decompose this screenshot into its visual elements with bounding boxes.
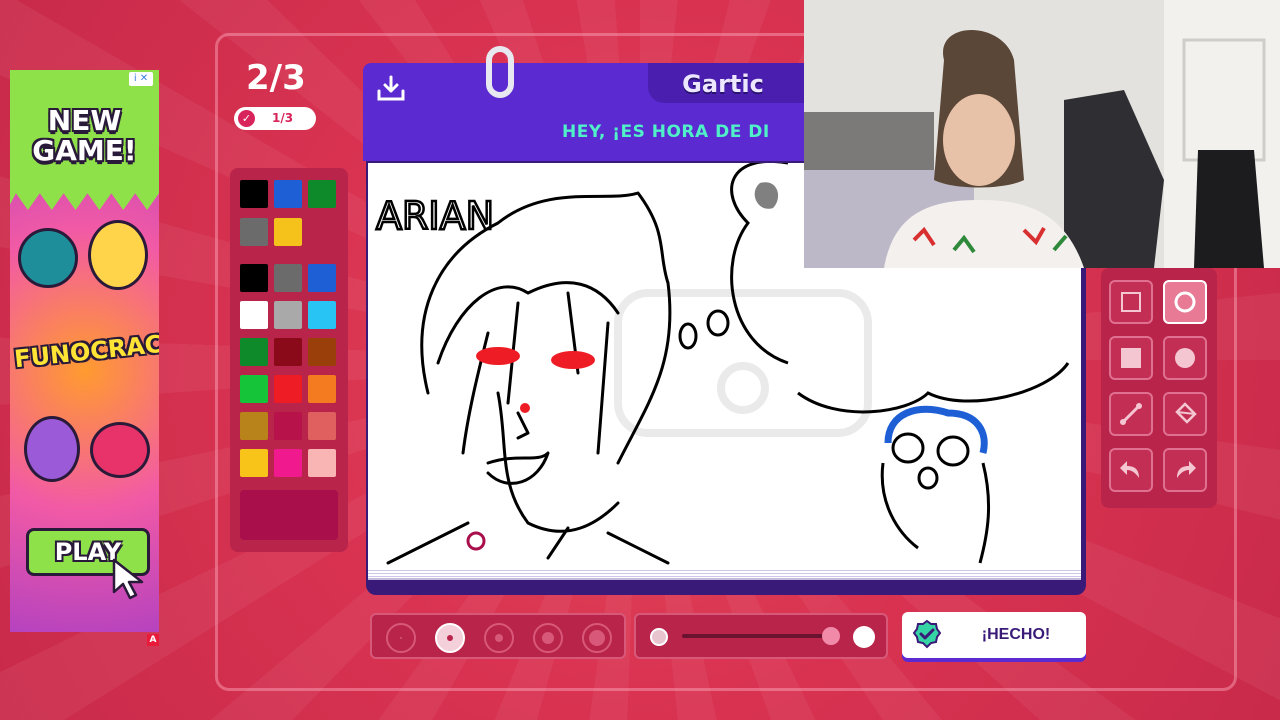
color-swatch[interactable] [240,264,268,292]
undo-tool[interactable] [1109,448,1153,492]
check-icon: ✓ [238,110,255,127]
rectangle-outline-icon [1121,292,1141,312]
ad-title: NEW GAME! [32,104,137,167]
check-badge-icon [912,619,942,649]
color-swatch[interactable] [308,264,336,292]
grey-blob [754,182,779,209]
cursor-arrow-icon [112,558,144,600]
circle-outline-icon [1174,291,1196,313]
color-swatch[interactable] [274,375,302,403]
color-swatch[interactable] [240,180,268,208]
color-swatch[interactable] [274,301,302,329]
color-palette [230,168,348,552]
color-swatch[interactable] [308,449,336,477]
angry-emoji-icon [90,422,150,478]
face-sketch [386,191,672,565]
right-red-eye [551,351,595,369]
paint-bucket-icon [1175,402,1197,424]
opacity-max-icon [853,626,875,648]
color-swatch[interactable] [274,449,302,477]
color-swatch[interactable] [240,375,268,403]
slider-handle[interactable] [822,627,840,645]
brush-size-4[interactable] [533,623,563,653]
gartic-logo: Gartic [682,70,764,98]
brush-size-3[interactable] [484,623,514,653]
brush-cursor [466,531,486,551]
ad-info-icon[interactable]: i ✕ [129,72,153,86]
binder-ring [486,46,514,98]
color-swatch[interactable] [240,301,268,329]
color-swatch[interactable] [274,338,302,366]
current-color-preview [240,490,338,540]
color-swatch[interactable] [308,180,336,208]
fill-bucket-tool[interactable] [1163,392,1207,436]
color-swatch[interactable] [274,412,302,440]
watermark-logo [614,289,872,437]
webcam-scene [804,0,1280,268]
webcam-overlay [804,0,1280,268]
rectangle-outline-tool[interactable] [1109,280,1153,324]
undo-arrow-icon [1120,461,1139,478]
prompt-text: HEY, ¡ES HORA DE DI [562,122,770,142]
page-edge [368,568,1081,580]
left-red-eye [476,347,520,365]
opacity-min-icon [650,628,668,646]
color-swatch[interactable] [240,412,268,440]
done-label: ¡HECHO! [981,626,1051,643]
rectangle-filled-icon [1121,348,1141,368]
rectangle-filled-tool[interactable] [1109,336,1153,380]
opacity-slider[interactable] [634,613,888,659]
brush-size-5[interactable] [582,623,612,653]
color-swatch[interactable] [308,338,336,366]
submitted-counter: ✓ 1/3 [234,107,316,130]
done-button[interactable]: ¡HECHO! [902,612,1086,658]
ad-choice-badge[interactable]: A [147,634,159,646]
color-swatch[interactable] [308,412,336,440]
ellipse-filled-tool[interactable] [1163,336,1207,380]
line-tool[interactable] [1109,392,1153,436]
color-swatch[interactable] [308,375,336,403]
round-counter: 2/3 [246,58,306,98]
color-swatch[interactable] [240,218,268,246]
ellipse-outline-tool[interactable] [1163,280,1207,324]
funocracy-logo: FUNOCRACY [12,328,159,374]
bearded-character-icon [24,416,80,482]
submitted-count: 1/3 [272,111,294,125]
tool-panel [1101,268,1217,508]
drawing-name-text: ARIAN [376,194,494,238]
slider-track[interactable] [682,634,832,638]
color-swatch[interactable] [274,180,302,208]
color-swatch[interactable] [240,338,268,366]
color-swatch[interactable] [240,449,268,477]
brush-size-1[interactable] [386,623,416,653]
redo-tool[interactable] [1163,448,1207,492]
line-icon [1120,403,1142,425]
color-swatch[interactable] [308,301,336,329]
color-swatch[interactable] [274,218,302,246]
small-character-sketch [880,405,991,564]
color-swatch[interactable] [274,264,302,292]
download-icon[interactable] [376,74,406,102]
circle-filled-icon [1175,348,1195,368]
red-nose-dot [520,403,530,413]
advertisement-banner[interactable]: i ✕ NEW GAME! FUNOCRACY PLAY [10,70,159,632]
redo-arrow-icon [1177,461,1196,478]
thumbs-up-character-icon [18,228,78,288]
blonde-character-icon [88,220,148,290]
brush-size-selector [370,613,626,659]
brush-size-2[interactable] [435,623,465,653]
